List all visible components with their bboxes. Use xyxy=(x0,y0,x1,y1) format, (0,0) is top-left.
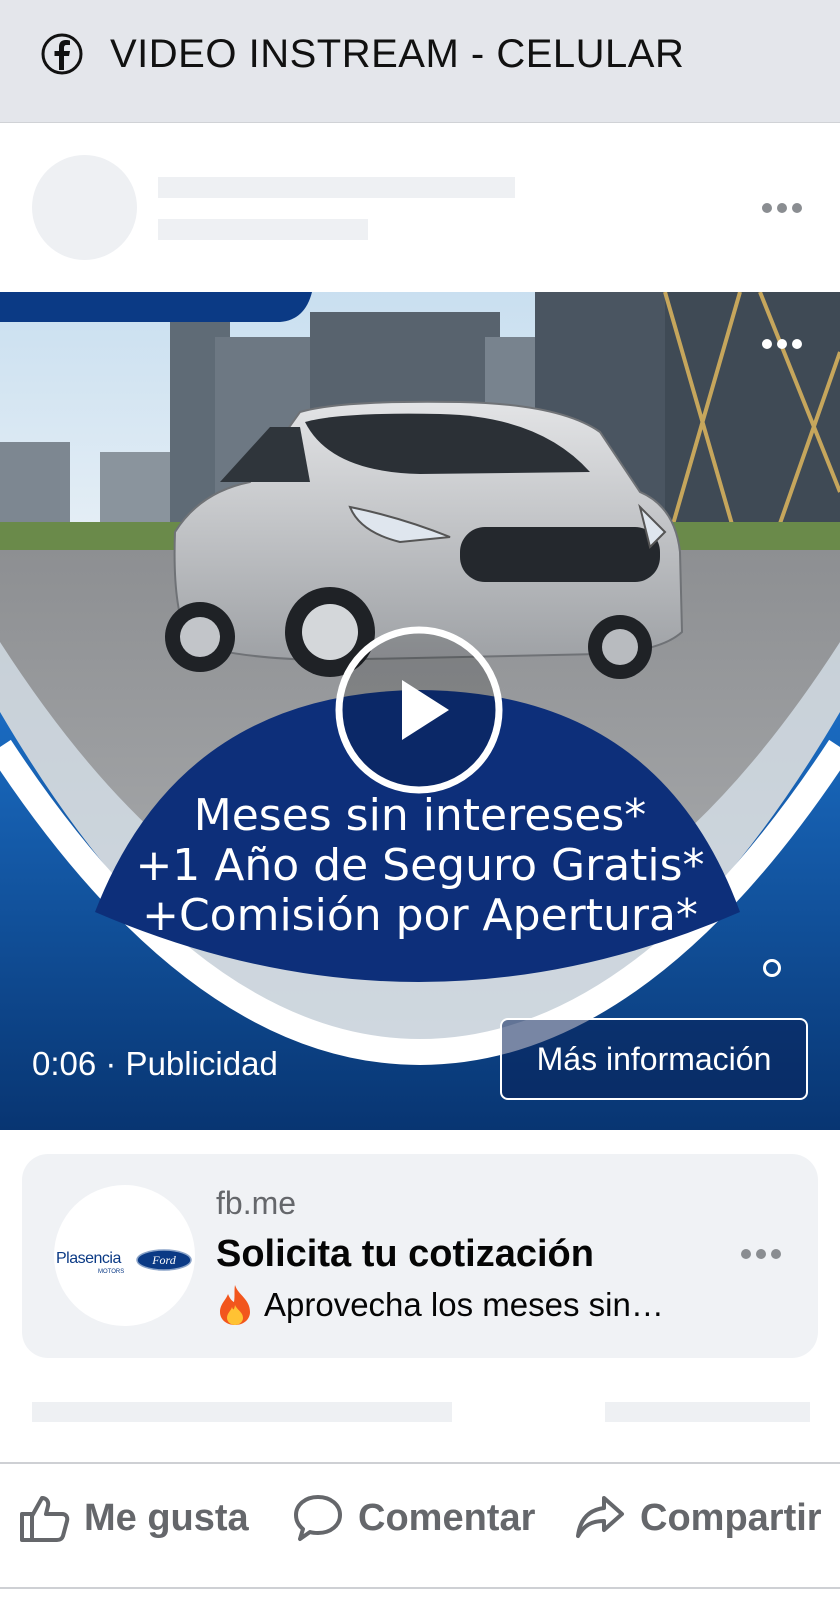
dot-icon xyxy=(762,339,772,349)
page-header: VIDEO INSTREAM - CELULAR xyxy=(0,0,840,123)
more-info-button[interactable]: Más información xyxy=(500,1018,808,1100)
play-button[interactable] xyxy=(334,625,504,795)
comments-count-placeholder xyxy=(605,1402,810,1422)
subtitle-placeholder xyxy=(158,219,368,240)
comment-label: Comentar xyxy=(358,1496,536,1539)
promo-line: +1 Año de Seguro Gratis* xyxy=(135,840,705,891)
name-placeholder xyxy=(158,177,515,198)
comment-button[interactable]: Comentar xyxy=(292,1492,535,1544)
svg-text:Plasencia: Plasencia xyxy=(56,1250,121,1267)
advertiser-logo: Plasencia MOTORS Ford xyxy=(54,1185,195,1326)
reactions-placeholder xyxy=(32,1402,452,1422)
video-more-options-button[interactable] xyxy=(762,339,802,349)
logo-image: Plasencia MOTORS Ford xyxy=(54,1247,195,1282)
dot-icon xyxy=(756,1249,766,1259)
svg-text:MOTORS: MOTORS xyxy=(98,1269,124,1275)
post-actions-bar: Me gusta Comentar Compartir xyxy=(0,1462,840,1589)
link-more-options-button[interactable] xyxy=(741,1249,781,1259)
promo-line: Meses sin intereses* xyxy=(193,790,647,841)
link-description-text: Aprovecha los meses sin… xyxy=(264,1286,664,1323)
svg-text:Ford: Ford xyxy=(151,1253,177,1267)
dot-icon xyxy=(762,203,772,213)
thumbs-up-icon xyxy=(20,1496,70,1542)
post-more-options-button[interactable] xyxy=(762,203,802,213)
share-label: Compartir xyxy=(640,1496,822,1539)
dot-icon xyxy=(771,1249,781,1259)
carousel-indicator-icon xyxy=(763,959,781,977)
like-label: Me gusta xyxy=(84,1496,249,1539)
promo-line: +Comisión por Apertura* xyxy=(142,890,698,941)
comment-bubble-icon xyxy=(294,1495,342,1541)
like-button[interactable]: Me gusta xyxy=(18,1492,249,1544)
video-ad[interactable]: Meses sin intereses* +1 Año de Seguro Gr… xyxy=(0,292,840,1130)
fire-emoji-icon xyxy=(220,1285,250,1325)
dot-icon xyxy=(741,1249,751,1259)
dot-icon xyxy=(777,203,787,213)
avatar-placeholder xyxy=(32,155,137,260)
link-domain: fb.me xyxy=(216,1185,297,1221)
video-timestamp: 0:06 · Publicidad xyxy=(32,1045,278,1082)
dot-icon xyxy=(777,339,787,349)
facebook-icon xyxy=(41,33,83,75)
page-title: VIDEO INSTREAM - CELULAR xyxy=(110,32,685,76)
link-description: Aprovecha los meses sin… xyxy=(216,1283,664,1327)
dot-icon xyxy=(792,203,802,213)
share-arrow-icon xyxy=(576,1496,624,1538)
dot-icon xyxy=(792,339,802,349)
share-button[interactable]: Compartir xyxy=(574,1492,822,1544)
link-title[interactable]: Solicita tu cotización xyxy=(216,1230,594,1278)
